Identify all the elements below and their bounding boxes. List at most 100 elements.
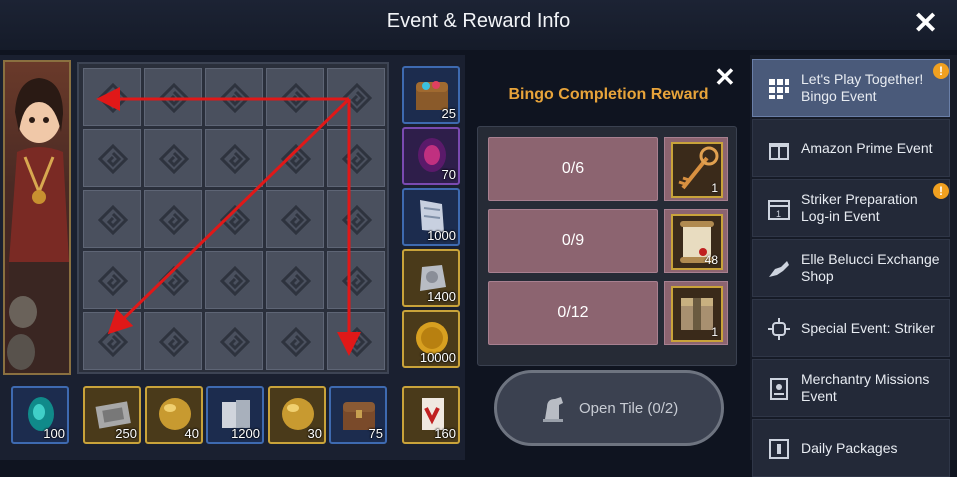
reward-item-slot[interactable]: 1200	[206, 386, 264, 444]
bingo-tile[interactable]	[205, 251, 263, 309]
reward-item-slot[interactable]: 100	[11, 386, 69, 444]
reward-progress-row: 0/6	[488, 137, 658, 201]
bingo-tile[interactable]	[266, 129, 324, 187]
scroll-icon: 48	[671, 214, 723, 270]
sidebar-event-label: Let's Play Together! Bingo Event	[801, 71, 924, 104]
tile-swirl-icon	[220, 83, 250, 113]
item-quantity: 1400	[427, 289, 456, 304]
reward-item-slot[interactable]: 25	[402, 66, 460, 124]
bingo-tile[interactable]	[83, 251, 141, 309]
alert-badge: !	[933, 63, 949, 79]
bingo-tile[interactable]	[327, 312, 385, 370]
sidebar-event-item[interactable]: Daily Packages	[752, 419, 950, 477]
svg-text:1: 1	[776, 209, 781, 219]
bingo-tile[interactable]	[205, 68, 263, 126]
package-icon	[769, 439, 789, 459]
tile-swirl-icon	[342, 205, 372, 235]
tile-swirl-icon	[281, 83, 311, 113]
item-quantity: 25	[441, 106, 456, 121]
bingo-tile[interactable]	[83, 190, 141, 248]
bingo-tile[interactable]	[266, 251, 324, 309]
reward-item-slot[interactable]: 160	[402, 386, 460, 444]
reward-item-slot[interactable]: 1	[664, 281, 728, 345]
tile-swirl-icon	[98, 327, 128, 357]
sidebar-event-label: Merchantry Missions Event	[801, 371, 930, 404]
reward-item-slot[interactable]: 30	[268, 386, 326, 444]
reward-panel-title: Bingo Completion Reward	[508, 86, 709, 103]
reward-list: 0/6 1 0/9 48 0/12 1	[477, 126, 737, 366]
tile-swirl-icon	[159, 205, 189, 235]
tile-swirl-icon	[159, 327, 189, 357]
reward-progress-row: 0/9	[488, 209, 658, 273]
bingo-tile[interactable]	[266, 68, 324, 126]
item-quantity: 40	[184, 426, 199, 441]
tile-swirl-icon	[220, 144, 250, 174]
bingo-tile[interactable]	[327, 68, 385, 126]
bingo-tile[interactable]	[266, 312, 324, 370]
reward-item-slot[interactable]: 1	[664, 137, 728, 201]
item-quantity: 10000	[419, 350, 456, 365]
bingo-grid-icon	[769, 79, 789, 99]
tile-swirl-icon	[342, 83, 372, 113]
bingo-tile[interactable]	[144, 251, 202, 309]
reward-item-slot[interactable]: 75	[329, 386, 387, 444]
sidebar-event-item[interactable]: Amazon Prime Event	[752, 119, 950, 177]
ornate-key-icon: 1	[671, 142, 723, 198]
bingo-tile[interactable]	[83, 68, 141, 126]
tile-swirl-icon	[159, 266, 189, 296]
event-sidebar: Let's Play Together! Bingo Event! Amazon …	[750, 55, 957, 477]
handshake-icon	[769, 261, 789, 277]
reward-item-slot[interactable]: 10000	[402, 310, 460, 368]
tile-swirl-icon	[220, 266, 250, 296]
reward-item-slot[interactable]: 1400	[402, 249, 460, 307]
open-tile-button[interactable]: Open Tile (0/2)	[494, 370, 724, 446]
bingo-tile[interactable]	[205, 312, 263, 370]
bingo-tile[interactable]	[144, 129, 202, 187]
tile-swirl-icon	[159, 144, 189, 174]
character-portrait	[3, 60, 71, 375]
bingo-tile[interactable]	[83, 129, 141, 187]
close-window-icon[interactable]: ✕	[913, 9, 938, 39]
reward-item-slot[interactable]: 1000	[402, 188, 460, 246]
sidebar-event-item[interactable]: Let's Play Together! Bingo Event!	[752, 59, 950, 117]
bingo-tile[interactable]	[144, 312, 202, 370]
sidebar-event-label: Daily Packages	[801, 439, 898, 456]
horse-figurine-icon	[539, 393, 569, 428]
item-quantity: 250	[115, 426, 137, 441]
item-quantity: 1000	[427, 228, 456, 243]
bingo-grid	[77, 62, 389, 374]
mission-book-icon	[770, 378, 788, 400]
item-quantity: 100	[43, 426, 65, 441]
tile-swirl-icon	[342, 327, 372, 357]
bingo-tile[interactable]	[144, 68, 202, 126]
reward-quantity: 1	[711, 325, 718, 339]
tile-swirl-icon	[159, 83, 189, 113]
bingo-tile[interactable]	[205, 129, 263, 187]
item-quantity: 160	[434, 426, 456, 441]
calendar-icon: 1	[768, 200, 790, 220]
reward-item-slot[interactable]: 250	[83, 386, 141, 444]
tile-swirl-icon	[342, 144, 372, 174]
open-tile-label: Open Tile (0/2)	[579, 400, 679, 417]
header-bar: Event & Reward Info ✕	[0, 0, 957, 50]
bingo-tile[interactable]	[327, 251, 385, 309]
item-quantity: 1200	[231, 426, 260, 441]
sidebar-event-item[interactable]: Special Event: Striker	[752, 299, 950, 357]
sidebar-event-item[interactable]: Elle Belucci Exchange Shop	[752, 239, 950, 297]
tile-swirl-icon	[281, 327, 311, 357]
reward-item-slot[interactable]: 40	[145, 386, 203, 444]
reward-item-slot[interactable]: 70	[402, 127, 460, 185]
bingo-tile[interactable]	[327, 190, 385, 248]
bingo-tile[interactable]	[205, 190, 263, 248]
bingo-tile[interactable]	[83, 312, 141, 370]
tile-swirl-icon	[220, 205, 250, 235]
reward-progress-row: 0/12	[488, 281, 658, 345]
sidebar-event-item[interactable]: Merchantry Missions Event	[752, 359, 950, 417]
bingo-tile[interactable]	[327, 129, 385, 187]
bingo-tile[interactable]	[266, 190, 324, 248]
sidebar-event-item[interactable]: 1 Striker Preparation Log-in Event!	[752, 179, 950, 237]
bingo-tile[interactable]	[144, 190, 202, 248]
item-quantity: 30	[307, 426, 322, 441]
reward-item-slot[interactable]: 48	[664, 209, 728, 273]
tile-swirl-icon	[220, 327, 250, 357]
